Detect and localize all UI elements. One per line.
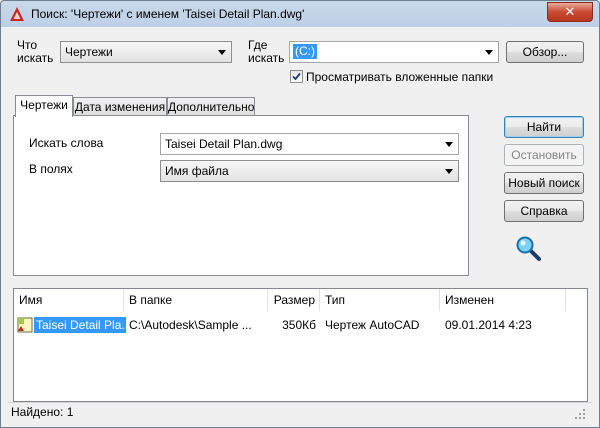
row-size: 350Кб <box>282 318 316 332</box>
search-words-combo[interactable]: Taisei Detail Plan.dwg <box>160 133 459 155</box>
title-bar[interactable]: Поиск: 'Чертежи' с именем 'Taisei Detail… <box>1 1 599 27</box>
window-title: Поиск: 'Чертежи' с именем 'Taisei Detail… <box>31 7 305 21</box>
resize-grip-icon[interactable] <box>574 408 586 420</box>
tab-advanced[interactable]: Дополнительно <box>167 97 255 117</box>
look-in-label-line2: искать <box>248 51 285 65</box>
stop-button[interactable]: Остановить <box>504 144 584 166</box>
chevron-down-icon <box>445 169 453 174</box>
look-for-label-line2: искать <box>17 51 54 65</box>
in-fields-value: Имя файла <box>165 164 229 178</box>
subfolders-label[interactable]: Просматривать вложенные папки <box>306 71 493 84</box>
autocad-app-icon <box>10 7 24 21</box>
results-list[interactable]: Имя В папке Размер Тип Изменен Taisei De… <box>13 288 588 402</box>
tab-panel-drawings: Искать слова Taisei Detail Plan.dwg В по… <box>13 115 469 276</box>
chevron-down-icon <box>485 50 493 55</box>
dialog-body: Что искать Чертежи Где искать (C:) Обзор… <box>8 27 592 422</box>
help-button[interactable]: Справка <box>504 200 584 222</box>
look-for-value: Чертежи <box>65 45 113 59</box>
search-window: Поиск: 'Чертежи' с именем 'Taisei Detail… <box>0 0 600 428</box>
checkmark-icon <box>292 72 301 81</box>
status-found-count: Найдено: 1 <box>11 405 74 419</box>
search-words-value: Taisei Detail Plan.dwg <box>165 137 283 151</box>
row-name: Taisei Detail Pla... <box>34 317 126 333</box>
status-bar: Найдено: 1 <box>8 402 592 422</box>
search-words-label: Искать слова <box>29 136 104 150</box>
subfolders-checkbox[interactable] <box>290 70 303 83</box>
row-type: Чертеж AutoCAD <box>325 318 420 332</box>
browse-button[interactable]: Обзор... <box>506 41 584 63</box>
tab-drawings[interactable]: Чертежи <box>15 95 73 117</box>
magnifier-icon <box>516 236 541 261</box>
close-button[interactable]: ✕ <box>547 2 593 22</box>
look-for-select[interactable]: Чертежи <box>60 41 232 63</box>
chevron-down-icon <box>445 142 453 147</box>
in-fields-label: В полях <box>29 162 73 176</box>
look-in-select[interactable]: (C:) <box>289 41 499 63</box>
close-icon: ✕ <box>564 4 576 19</box>
table-row[interactable]: Taisei Detail Pla... C:\Autodesk\Sample … <box>14 289 587 349</box>
tab-date-modified[interactable]: Дата изменения <box>73 97 167 117</box>
look-in-value: (C:) <box>293 44 317 59</box>
row-modified: 09.01.2014 4:23 <box>445 318 532 332</box>
in-fields-select[interactable]: Имя файла <box>160 160 459 182</box>
dwg-file-icon <box>17 317 33 333</box>
row-folder: C:\Autodesk\Sample ... <box>129 318 252 332</box>
new-search-button[interactable]: Новый поиск <box>504 172 584 194</box>
chevron-down-icon <box>218 50 226 55</box>
find-now-button[interactable]: Найти <box>504 116 584 138</box>
